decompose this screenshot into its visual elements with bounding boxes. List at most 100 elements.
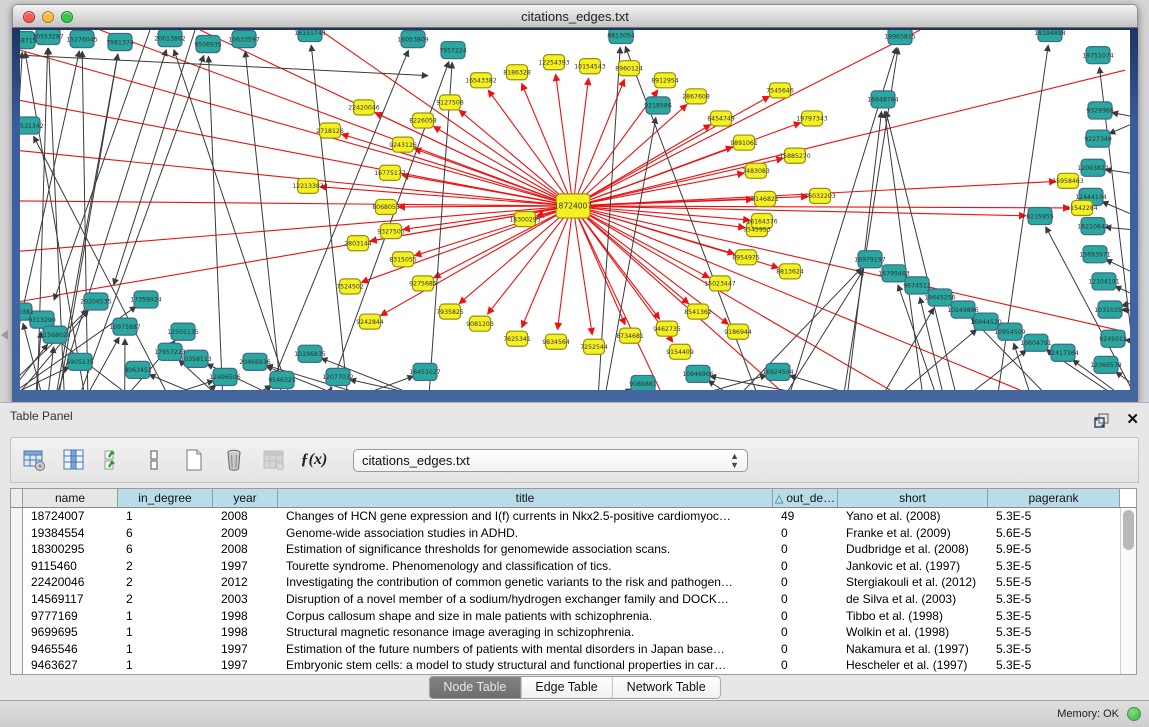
table-cell[interactable]: 14569117 [23, 591, 118, 608]
function-builder-icon[interactable]: ƒ(x) [301, 447, 327, 473]
table-cell[interactable]: 5.3E-5 [988, 591, 1120, 608]
table-cell[interactable]: 0 [773, 558, 838, 575]
table-cell[interactable]: 0 [773, 574, 838, 591]
table-cell[interactable]: 2008 [213, 541, 278, 558]
column-strip-icon[interactable] [141, 447, 167, 473]
table-cell[interactable]: 9463627 [23, 657, 118, 674]
table-cell[interactable]: 5.3E-5 [988, 508, 1120, 525]
table-cell[interactable]: Changes of HCN gene expression and I(f) … [278, 508, 773, 525]
table-cell[interactable]: 2003 [213, 591, 278, 608]
column-header-out_de[interactable]: △out_de… [773, 489, 838, 507]
table-cell[interactable]: 9115460 [23, 558, 118, 575]
table-row[interactable]: 1830029562008Estimation of significance … [11, 541, 1120, 558]
table-cell[interactable]: 1 [118, 608, 213, 625]
table-cell[interactable]: Estimation of significance thresholds fo… [278, 541, 773, 558]
table-cell[interactable]: 0 [773, 591, 838, 608]
table-cell[interactable]: Yano et al. (2008) [838, 508, 988, 525]
table-cell[interactable]: 5.9E-5 [988, 541, 1120, 558]
table-cell[interactable]: 2 [118, 574, 213, 591]
table-row[interactable]: 946362711997Embryonic stem cells: a mode… [11, 657, 1120, 674]
table-cell[interactable]: 5.3E-5 [988, 558, 1120, 575]
table-cell[interactable]: 1998 [213, 624, 278, 641]
table-cell[interactable]: Investigating the contribution of common… [278, 574, 773, 591]
column-header-title[interactable]: title [278, 489, 773, 507]
table-row[interactable]: 911546021997Tourette syndrome. Phenomeno… [11, 558, 1120, 575]
table-cell[interactable]: 5.3E-5 [988, 608, 1120, 625]
tab-node-table[interactable]: Node Table [429, 677, 521, 698]
table-row[interactable]: 1938455462009Genome-wide association stu… [11, 525, 1120, 542]
table-select-dropdown[interactable]: citations_edges.txt ▲▼ [353, 449, 748, 472]
table-cell[interactable]: Nakamura et al. (1997) [838, 641, 988, 658]
table-cell[interactable]: 2012 [213, 574, 278, 591]
table-cell[interactable]: Stergiakouli et al. (2012) [838, 574, 988, 591]
table-cell[interactable]: Structural magnetic resonance image aver… [278, 624, 773, 641]
table-cell[interactable]: 1 [118, 657, 213, 674]
table-row[interactable]: 977716911998Corpus callosum shape and si… [11, 608, 1120, 625]
scrollbar-thumb[interactable] [1123, 510, 1134, 550]
table-cell[interactable]: 49 [773, 508, 838, 525]
window-titlebar[interactable]: citations_edges.txt [12, 4, 1138, 28]
table-cell[interactable]: 2009 [213, 525, 278, 542]
table-cell[interactable]: 2 [118, 558, 213, 575]
table-cell[interactable]: Estimation of the future numbers of pati… [278, 641, 773, 658]
table-cell[interactable]: 5.5E-5 [988, 574, 1120, 591]
table-cell[interactable]: Embryonic stem cells: a model to study s… [278, 657, 773, 674]
table-cell[interactable]: Hescheler et al. (1997) [838, 657, 988, 674]
table-cell[interactable]: 1997 [213, 657, 278, 674]
table-cell[interactable]: 19384554 [23, 525, 118, 542]
column-header-in_degree[interactable]: in_degree [118, 489, 213, 507]
table-cell[interactable]: 0 [773, 525, 838, 542]
table-cell[interactable]: 1998 [213, 608, 278, 625]
table-row[interactable]: 2242004622012Investigating the contribut… [11, 574, 1120, 591]
table-cell[interactable]: 2 [118, 591, 213, 608]
show-columns-icon[interactable] [61, 447, 87, 473]
column-header-pagerank[interactable]: pagerank [988, 489, 1120, 507]
table-cell[interactable]: 22420046 [23, 574, 118, 591]
column-header-short[interactable]: short [838, 489, 988, 507]
table-cell[interactable]: Genome-wide association studies in ADHD. [278, 525, 773, 542]
table-scrollbar[interactable] [1120, 508, 1136, 674]
table-cell[interactable]: 18724007 [23, 508, 118, 525]
table-row[interactable]: 1456911722003Disruption of a novel membe… [11, 591, 1120, 608]
table-row[interactable]: 969969511998Structural magnetic resonanc… [11, 624, 1120, 641]
splitter-collapse-arrow[interactable] [1, 330, 8, 340]
column-header-name[interactable]: name [23, 489, 118, 507]
table-cell[interactable]: 0 [773, 608, 838, 625]
table-cell[interactable]: 1 [118, 624, 213, 641]
tab-edge-table[interactable]: Edge Table [521, 677, 612, 698]
table-cell[interactable]: 9777169 [23, 608, 118, 625]
table-cell[interactable]: 0 [773, 641, 838, 658]
table-cell[interactable]: 0 [773, 541, 838, 558]
close-panel-icon[interactable]: ✕ [1126, 412, 1139, 428]
table-cell[interactable]: Disruption of a novel member of a sodium… [278, 591, 773, 608]
table-cell[interactable]: 6 [118, 525, 213, 542]
table-cell[interactable]: 5.3E-5 [988, 657, 1120, 674]
table-cell[interactable]: 5.3E-5 [988, 641, 1120, 658]
table-settings-icon[interactable] [21, 447, 47, 473]
new-table-icon[interactable] [181, 447, 207, 473]
select-columns-icon[interactable] [101, 447, 127, 473]
table-cell[interactable]: 5.6E-5 [988, 525, 1120, 542]
table-cell[interactable]: Tourette syndrome. Phenomenology and cla… [278, 558, 773, 575]
table-cell[interactable]: 5.3E-5 [988, 624, 1120, 641]
table-cell[interactable]: 1 [118, 641, 213, 658]
table-cell[interactable]: 1 [118, 508, 213, 525]
table-cell[interactable]: Corpus callosum shape and size in male p… [278, 608, 773, 625]
column-header-year[interactable]: year [213, 489, 278, 507]
citation-graph[interactable]: 9358715105532871527604579813742061386295… [20, 30, 1130, 390]
table-row[interactable]: 946554611997Estimation of the future num… [11, 641, 1120, 658]
table-cell[interactable]: de Silva et al. (2003) [838, 591, 988, 608]
table-cell[interactable]: 2008 [213, 508, 278, 525]
table-cell[interactable]: 18300295 [23, 541, 118, 558]
table-cell[interactable]: Wolkin et al. (1998) [838, 624, 988, 641]
float-panel-icon[interactable] [1088, 407, 1114, 433]
tab-network-table[interactable]: Network Table [613, 677, 720, 698]
table-cell[interactable]: 9699695 [23, 624, 118, 641]
network-view[interactable]: 9358715105532871527604579813742061386295… [20, 30, 1130, 390]
table-cell[interactable]: Dudbridge et al. (2008) [838, 541, 988, 558]
table-cell[interactable]: Tibbo et al. (1998) [838, 608, 988, 625]
table-cell[interactable]: Franke et al. (2009) [838, 525, 988, 542]
table-row[interactable]: 1872400712008Changes of HCN gene express… [11, 508, 1120, 525]
table-cell[interactable]: 6 [118, 541, 213, 558]
table-cell[interactable]: 0 [773, 657, 838, 674]
